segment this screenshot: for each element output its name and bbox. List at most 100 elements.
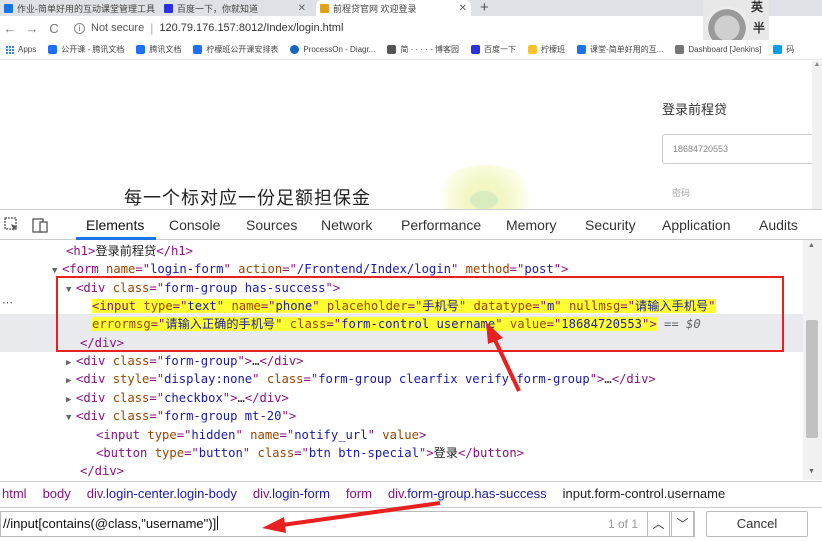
bookmark-label: ProcessOn - Diagr... xyxy=(303,45,376,54)
bookmark-item[interactable]: 码 xyxy=(767,44,800,55)
address-bar: ← → C i Not secure | 120.79.176.157:8012… xyxy=(0,16,822,40)
page-scrollbar[interactable]: ▲ xyxy=(812,61,822,209)
bookmark-item[interactable]: 腾讯文档 xyxy=(130,44,187,55)
bookmark-favicon-icon xyxy=(290,45,300,54)
bookmark-favicon-icon xyxy=(136,45,146,54)
tab-title: 作业-简单好用的互动课堂管理工具 xyxy=(17,3,155,14)
dom-node-input-hidden[interactable]: <input type="hidden" name="notify_url" v… xyxy=(0,426,803,444)
match-count: 1 of 1 xyxy=(608,517,639,531)
forward-icon[interactable]: → xyxy=(24,21,40,36)
tab-favicon-icon xyxy=(164,3,173,13)
collapse-triangle-icon[interactable]: ▼ xyxy=(66,409,76,427)
tab-title: 前程贷官网 欢迎登录 xyxy=(333,3,417,14)
bookmark-item[interactable]: 百度一下 xyxy=(465,44,522,55)
inspect-element-icon[interactable] xyxy=(4,217,20,233)
dom-node-div-close[interactable]: </div> xyxy=(0,462,803,480)
breadcrumb-item[interactable]: body xyxy=(35,486,79,501)
breadcrumb-item[interactable]: form xyxy=(338,486,380,501)
search-query-text: //input[contains(@class,"username")] xyxy=(3,516,217,531)
bookmark-label: 简 · · · · - 博客园 xyxy=(400,45,460,54)
bookmark-label: 腾讯文档 xyxy=(149,45,182,54)
bookmark-item[interactable]: 公开课 - 腾讯文档 xyxy=(42,44,130,55)
dom-node-h1[interactable]: <h1>登录前程贷</h1> xyxy=(0,242,803,260)
previous-match-button[interactable]: ︿ xyxy=(647,511,670,537)
bookmark-favicon-icon xyxy=(577,45,587,54)
dom-node-button[interactable]: <button type="button" class="btn btn-spe… xyxy=(0,444,803,462)
scroll-down-icon[interactable]: ▼ xyxy=(808,468,815,475)
breadcrumb-item[interactable]: div.form-group.has-success xyxy=(380,486,555,501)
url-separator: | xyxy=(150,21,154,35)
tab-favicon-icon xyxy=(4,3,13,13)
find-bar: //input[contains(@class,"username")] 1 o… xyxy=(0,507,822,541)
bookmark-label: 码 xyxy=(786,45,795,54)
new-tab-button[interactable]: + xyxy=(480,0,489,16)
hero-illustration xyxy=(430,165,540,209)
bookmark-label: 课堂-简单好用的互... xyxy=(590,45,664,54)
tab-console[interactable]: Console xyxy=(169,217,220,233)
node-actions-ellipsis-icon[interactable]: ⋯ xyxy=(2,296,13,309)
tab-elements[interactable]: Elements xyxy=(86,217,144,233)
bookmark-item[interactable]: 柠檬班公开课安排表 xyxy=(187,44,284,55)
tab-security[interactable]: Security xyxy=(585,217,636,233)
tab-favicon-icon xyxy=(320,3,329,13)
tab-performance[interactable]: Performance xyxy=(401,217,481,233)
password-input[interactable]: 密码 xyxy=(672,186,690,199)
bookmark-item[interactable]: Dashboard [Jenkins] xyxy=(669,45,767,54)
dom-node-div-verify[interactable]: ▶ <div style="display:none" class="form-g… xyxy=(0,370,803,388)
tab-memory[interactable]: Memory xyxy=(506,217,557,233)
close-tab-icon[interactable]: ✕ xyxy=(292,3,306,14)
browser-tab[interactable]: 百度一下，你就知道 ✕ xyxy=(160,0,310,16)
bookmark-favicon-icon xyxy=(675,45,685,54)
breadcrumb: html body div.login-center.login-body di… xyxy=(0,481,822,505)
tab-sources[interactable]: Sources xyxy=(246,217,297,233)
bookmark-label: Dashboard [Jenkins] xyxy=(688,45,762,54)
hero-slogan: 每一个标对应一份足额担保金 xyxy=(124,188,371,208)
bookmark-favicon-icon xyxy=(471,45,481,54)
scrollbar-thumb[interactable] xyxy=(806,320,818,438)
url-field[interactable]: 120.79.176.157:8012/Index/login.html xyxy=(159,22,343,34)
bookmark-item[interactable]: ProcessOn - Diagr... xyxy=(284,45,381,54)
next-match-button[interactable]: ﹀ xyxy=(671,511,694,537)
tab-application[interactable]: Application xyxy=(662,217,731,233)
phone-input[interactable]: 18684720553 xyxy=(662,134,822,164)
expand-triangle-icon[interactable]: ▶ xyxy=(66,372,76,390)
h1-text: 登录前程贷 xyxy=(95,244,157,258)
bookmark-item[interactable]: 简 · · · · - 博客园 xyxy=(381,44,465,55)
back-icon[interactable]: ← xyxy=(2,21,18,36)
bookmark-label: 柠檬班 xyxy=(541,45,566,54)
bookmark-label: 百度一下 xyxy=(484,45,517,54)
dom-node-div-mt20[interactable]: ▼ <div class="form-group mt-20"> xyxy=(0,407,803,425)
dom-node-div-form-group[interactable]: ▶ <div class="form-group">…</div> xyxy=(0,352,803,370)
avatar-caption-1: 英 xyxy=(751,0,764,14)
bookmark-item[interactable]: 柠檬班 xyxy=(522,44,571,55)
cancel-search-button[interactable]: Cancel xyxy=(706,511,808,537)
security-indicator[interactable]: i Not secure xyxy=(74,22,144,34)
tab-audits[interactable]: Audits xyxy=(759,217,798,233)
device-toolbar-icon[interactable] xyxy=(32,217,48,233)
tab-title: 百度一下，你就知道 xyxy=(177,3,259,14)
bookmark-favicon-icon xyxy=(773,45,783,54)
breadcrumb-item[interactable]: div.login-center.login-body xyxy=(79,486,245,501)
annotation-highlight-box xyxy=(56,276,784,352)
bookmark-item[interactable]: 课堂-简单好用的互... xyxy=(571,44,669,55)
browser-tab[interactable]: 作业-简单好用的互动课堂管理工具 ✕ xyxy=(0,0,155,16)
page-viewport: 每一个标对应一份足额担保金 登录前程贷 18684720553 密码 ▲ xyxy=(0,61,822,209)
breadcrumb-item[interactable]: div.login-form xyxy=(245,486,338,501)
browser-tab-active[interactable]: 前程贷官网 欢迎登录 ✕ xyxy=(316,0,471,16)
devtools-tab-bar: Elements Console Sources Network Perform… xyxy=(0,210,822,240)
tab-network[interactable]: Network xyxy=(321,217,372,233)
dom-node-div-checkbox[interactable]: ▶ <div class="checkbox">…</div> xyxy=(0,389,803,407)
devtools-panel: Elements Console Sources Network Perform… xyxy=(0,209,822,541)
breadcrumb-item[interactable]: html xyxy=(0,486,35,501)
reload-icon[interactable]: C xyxy=(46,21,62,36)
close-tab-icon[interactable]: ✕ xyxy=(453,3,467,14)
xpath-search-input[interactable]: //input[contains(@class,"username")] xyxy=(0,511,695,537)
scroll-up-icon[interactable]: ▲ xyxy=(808,242,815,249)
breadcrumb-item-current[interactable]: input.form-control.username xyxy=(555,486,734,501)
bookmark-favicon-icon xyxy=(193,45,203,54)
bookmark-label: 柠檬班公开课安排表 xyxy=(206,45,279,54)
security-label: Not secure xyxy=(91,22,145,34)
bookmark-apps[interactable]: Apps xyxy=(0,45,42,54)
text-caret xyxy=(217,516,219,530)
dom-tree-scrollbar[interactable]: ▲ ▼ xyxy=(803,240,822,480)
